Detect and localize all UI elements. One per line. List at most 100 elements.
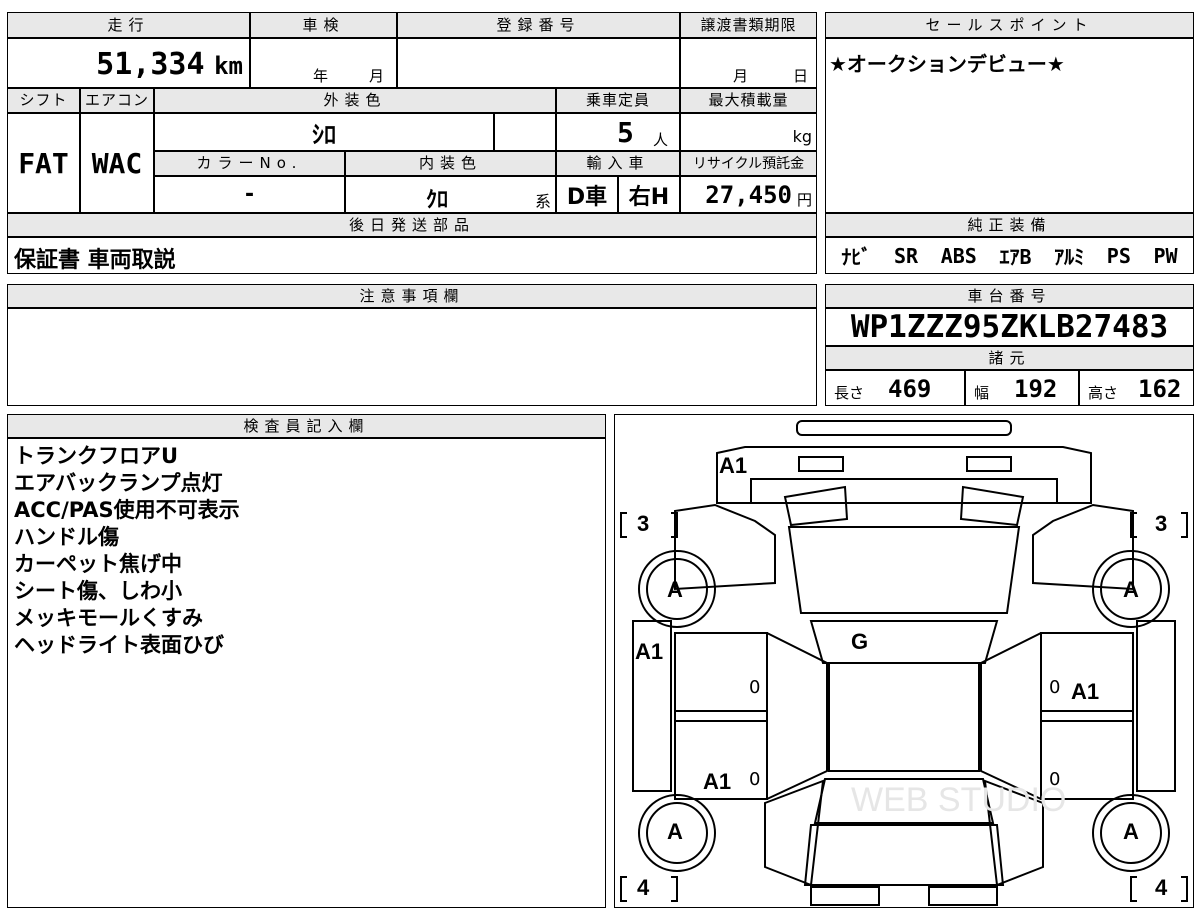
import-header: 輸入車 <box>556 151 680 176</box>
equipment-navi: ﾅﾋﾞ <box>841 245 872 269</box>
right-front-door-grade: A1 <box>1071 679 1100 704</box>
left-rear-door-grade: A1 <box>703 769 732 794</box>
equipment-header: 純正装備 <box>825 213 1194 237</box>
accessories-cell: 保証書 車両取説 <box>7 237 817 274</box>
fog-light-right <box>966 456 1012 472</box>
roof <box>828 662 980 772</box>
inspector-note: シート傷、しわ小 <box>14 579 182 603</box>
sales-point-text: ★オークションデビュー★ <box>829 52 1065 76</box>
import-dealer-value: D車 <box>556 176 618 213</box>
mileage-value: 51,334 <box>96 47 205 82</box>
transfer-day-unit: 日 <box>793 67 809 85</box>
interior-color-value: ｸﾛ <box>426 188 449 213</box>
roof-grade: G <box>851 629 869 654</box>
capacity-value: 5 <box>617 116 634 149</box>
specs-length-value: 469 <box>888 375 932 403</box>
recycle-cell: 27,450 円 <box>680 176 817 213</box>
equipment-pw: PW <box>1153 243 1178 268</box>
inspection-year-unit: 年 <box>313 67 329 85</box>
left-front-door-grade: A1 <box>635 639 664 664</box>
inspector-note: ヘッドライト表面ひび <box>14 633 224 657</box>
hood <box>787 526 1021 614</box>
inspector-notes: トランクフロアU エアバックランプ点灯 ACC/PAS使用不可表示 ハンドル傷 … <box>7 438 606 908</box>
exterior-color-header: 外装色 <box>154 88 556 113</box>
panel-mark: 0 <box>1049 769 1061 790</box>
import-steering-value: 右H <box>618 176 680 213</box>
sales-point-header: セールスポイント <box>825 12 1194 38</box>
max-load-unit: kg <box>792 127 812 146</box>
fender-front-right <box>1032 503 1134 591</box>
specs-height-label: 高さ <box>1088 384 1119 402</box>
specs-header: 諸元 <box>825 346 1194 370</box>
exterior-color-value: ｼﾛ <box>154 113 494 151</box>
rear-left-tire-depth: 4 <box>637 875 650 900</box>
exterior-color-extra <box>494 113 556 151</box>
mileage-unit: km <box>214 52 243 80</box>
inspector-note: ハンドル傷 <box>14 525 119 549</box>
equipment-abs: ABS <box>940 243 977 268</box>
inspector-header: 検査員記入欄 <box>7 414 606 438</box>
inspector-note: メッキモールくすみ <box>14 606 203 630</box>
capacity-unit: 人 <box>653 131 669 149</box>
accessories-value: 保証書 車両取説 <box>14 248 176 273</box>
inspection-cell: 年 月 <box>250 38 397 88</box>
front-bumper-grade: A1 <box>719 453 748 478</box>
max-load-header: 最大積載量 <box>680 88 817 113</box>
specs-width-cell: 幅 192 <box>965 370 1079 406</box>
specs-length-label: 長さ <box>834 384 865 402</box>
specs-length-cell: 長さ 469 <box>825 370 965 406</box>
headlight-left <box>783 485 849 527</box>
car-diagram: WEB STUDIO <box>620 420 1188 906</box>
interior-color-header: 内装色 <box>345 151 556 176</box>
shift-value: FAT <box>7 113 80 213</box>
inspector-note: カーペット焦げ中 <box>14 552 182 576</box>
fog-light-left <box>798 456 844 472</box>
interior-color-suffix: 系 <box>534 192 551 211</box>
right-pillars <box>980 632 1042 800</box>
caution-cell <box>7 308 817 406</box>
trunk <box>803 824 1005 886</box>
rear-bumper-left <box>810 886 880 906</box>
equipment-ps: PS <box>1106 243 1131 268</box>
aircon-value: WAC <box>80 113 154 213</box>
panel-mark: 0 <box>749 677 761 698</box>
equipment-cell: ﾅﾋﾞ SR ABS ｴｱB ｱﾙﾐ PS PW <box>825 237 1194 274</box>
registration-cell <box>397 38 680 88</box>
headlight-right <box>959 485 1025 527</box>
grille <box>750 478 1058 504</box>
caution-header: 注意事項欄 <box>7 284 817 308</box>
capacity-header: 乗車定員 <box>556 88 680 113</box>
specs-width-value: 192 <box>1014 375 1058 403</box>
wheel-rear-left-grade: A <box>667 819 683 844</box>
left-front-door <box>674 632 768 712</box>
registration-header: 登録番号 <box>397 12 680 38</box>
mileage-value-wrap: 51,334 km <box>96 47 243 82</box>
fender-front-left <box>674 503 776 591</box>
color-no-value: - <box>154 176 345 213</box>
watermark: WEB STUDIO <box>851 781 1066 819</box>
right-sill <box>1136 620 1176 792</box>
inspector-note: トランクフロアU <box>14 444 179 468</box>
transfer-cell: 月 日 <box>680 38 817 88</box>
panel-mark: 0 <box>1049 677 1061 698</box>
front-bumper <box>716 446 1092 504</box>
equipment-alloy: ｱﾙﾐ <box>1054 245 1085 269</box>
front-right-tire-depth: 3 <box>1155 511 1168 536</box>
windshield <box>809 620 999 664</box>
car-diagram-frame: WEB STUDIO 3 3 4 4 A1 G A1 A1 A1 A A A A… <box>614 414 1194 908</box>
accessories-header: 後日発送部品 <box>7 213 817 237</box>
interior-color-cell: ｸﾛ 系 <box>345 176 556 213</box>
mileage-cell: 51,334 km <box>7 38 250 88</box>
shift-header: シフト <box>7 88 80 113</box>
chassis-header: 車台番号 <box>825 284 1194 308</box>
transfer-deadline-header: 譲渡書類期限 <box>680 12 817 38</box>
capacity-cell: 5 人 <box>556 113 680 151</box>
inspector-note: エアバックランプ点灯 <box>14 471 223 495</box>
recycle-header: リサイクル預託金 <box>680 151 817 176</box>
specs-height-value: 162 <box>1138 375 1182 403</box>
specs-height-cell: 高さ 162 <box>1079 370 1194 406</box>
max-load-cell: kg <box>680 113 817 151</box>
inspector-note: ACC/PAS使用不可表示 <box>14 498 240 522</box>
wheel-front-left-grade: A <box>667 577 683 602</box>
panel-mark: 0 <box>749 769 761 790</box>
